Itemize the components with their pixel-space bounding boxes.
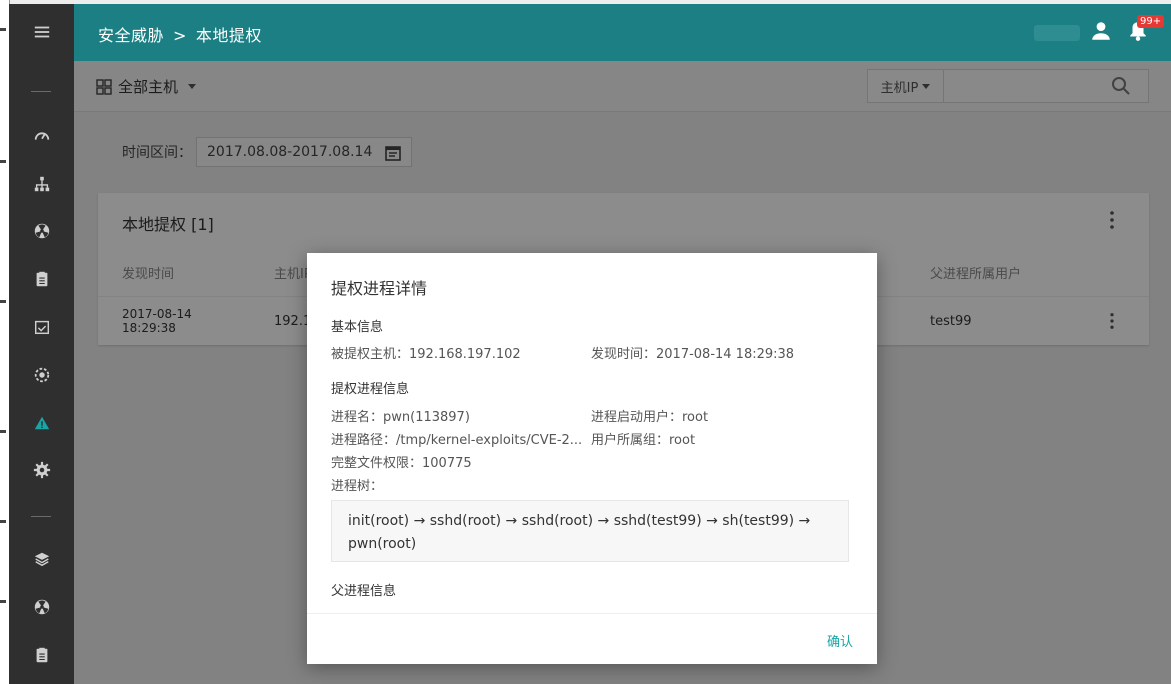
breadcrumb-page: 本地提权 [195,26,262,45]
layers-icon[interactable] [9,541,74,577]
top-bar: 安全威胁 > 本地提权 99+ [74,4,1171,61]
gear-icon[interactable] [9,452,74,488]
process-path: 进程路径：/tmp/kernel-exploits/CVE-2... [331,433,583,448]
section-process-info: 提权进程信息 [331,382,410,397]
process-detail-dialog: 提权进程详情 基本信息 被提权主机：192.168.197.102 发现时间：2… [307,253,877,664]
clipboard-icon[interactable] [9,261,74,297]
dashboard-icon[interactable] [9,118,74,154]
radiation-icon-2[interactable] [9,589,74,625]
notification-badge: 99+ [1137,15,1165,28]
process-permission: 完整文件权限：100775 [331,456,472,471]
clipboard-icon-2[interactable] [9,637,74,673]
confirm-button[interactable]: 确认 [827,631,853,650]
sidebar-divider-2 [31,516,51,517]
dialog-title: 提权进程详情 [331,279,428,298]
menu-icon[interactable] [9,14,74,50]
sidebar-divider [31,91,51,92]
found-time: 发现时间：2017-08-14 18:29:38 [591,347,795,362]
section-basic-info: 基本信息 [331,320,384,335]
process-tree-label: 进程树： [331,479,384,494]
process-group: 用户所属组：root [591,433,696,448]
radiation-icon[interactable] [9,213,74,249]
process-name: 进程名：pwn(113897) [331,410,470,425]
process-tree: init(root) → sshd(root) → sshd(root) → s… [331,500,849,562]
warning-icon[interactable] [9,405,74,441]
settings-gear-icon[interactable] [9,357,74,393]
network-icon[interactable] [9,166,74,202]
breadcrumb-section[interactable]: 安全威胁 [98,26,164,45]
dialog-footer-divider [307,613,877,614]
username[interactable] [1034,25,1080,41]
escalated-host: 被提权主机：192.168.197.102 [331,347,521,362]
breadcrumb: 安全威胁 > 本地提权 [98,22,262,46]
calendar-check-icon[interactable] [9,309,74,345]
sidebar [9,4,74,684]
breadcrumb-separator: > [173,26,187,45]
section-parent-process: 父进程信息 [331,584,397,599]
user-icon[interactable] [1090,20,1112,42]
process-user: 进程启动用户：root [591,410,709,425]
